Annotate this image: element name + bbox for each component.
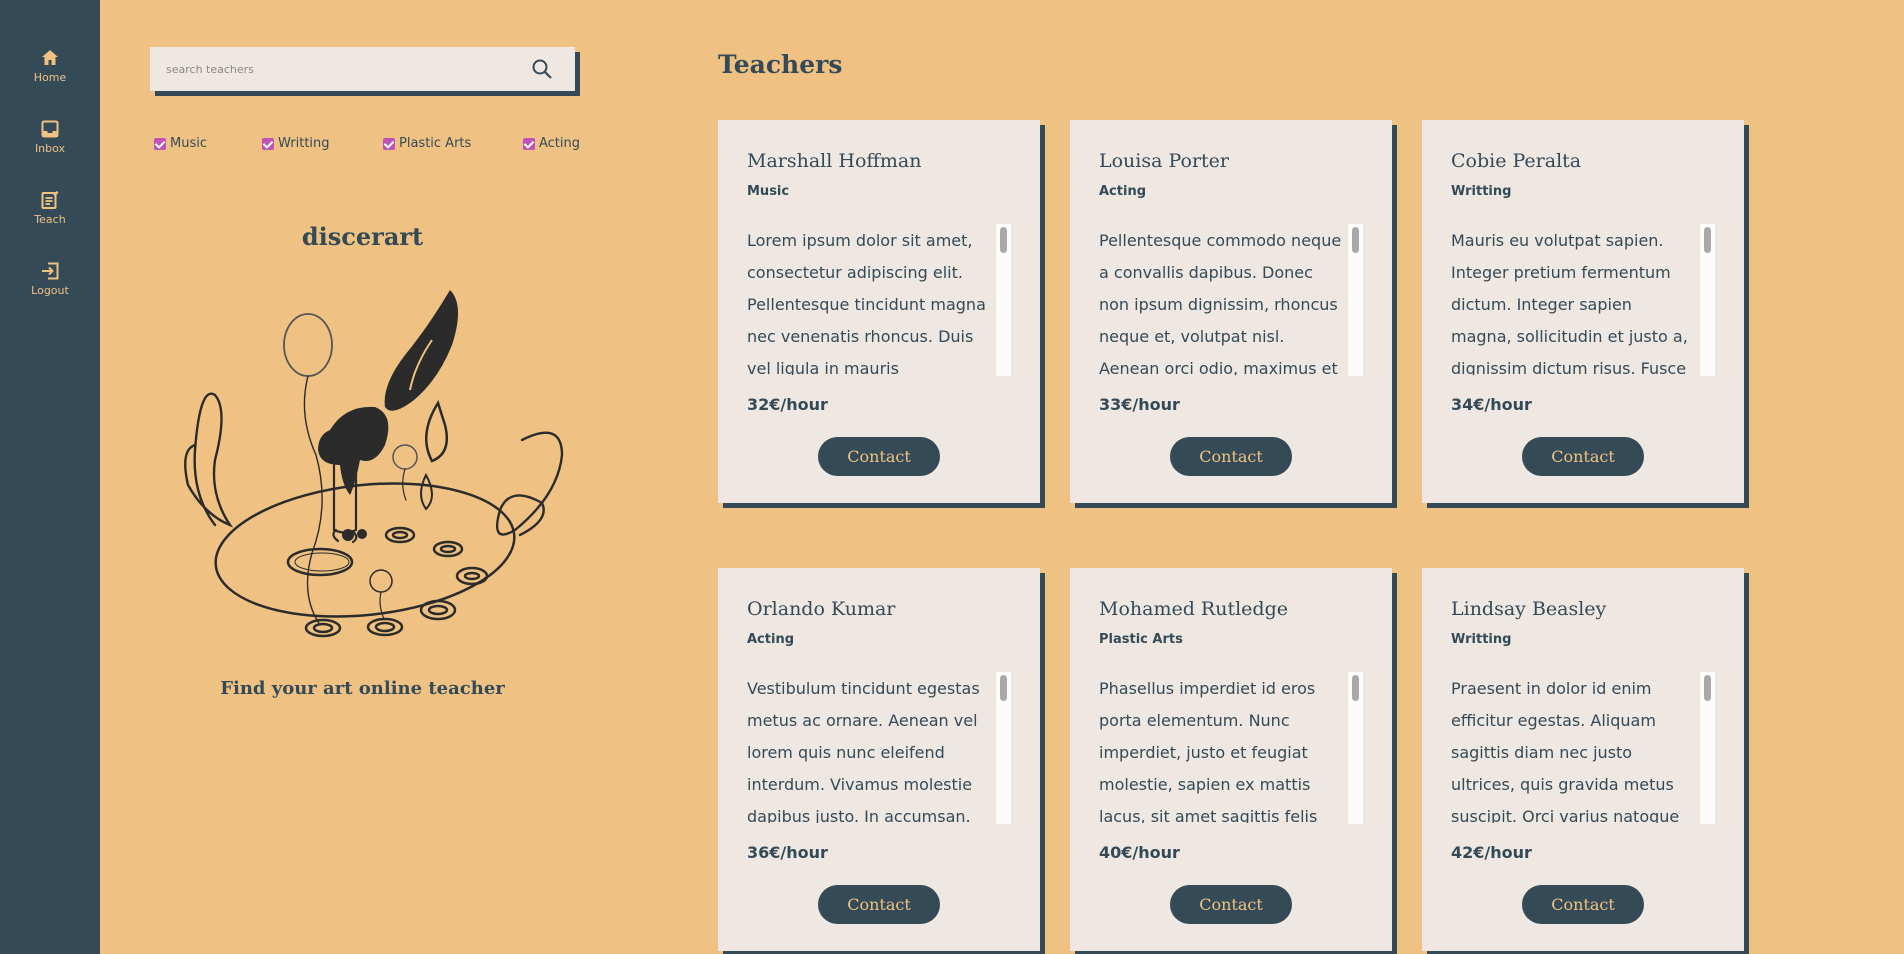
description-scrollbar[interactable] — [1700, 224, 1715, 376]
page-title: Teachers — [718, 50, 843, 79]
teacher-name: Lindsay Beasley — [1451, 598, 1607, 620]
search-box — [150, 47, 575, 91]
teacher-category: Plastic Arts — [1099, 632, 1183, 647]
filter-acting[interactable]: Acting — [523, 136, 580, 151]
scrollbar-thumb[interactable] — [1000, 675, 1007, 701]
nav-item-logout[interactable]: Logout — [0, 261, 100, 297]
teacher-card: Lindsay Beasley Writting Praesent in dol… — [1422, 568, 1744, 951]
scrollbar-thumb[interactable] — [1704, 227, 1711, 253]
nav-item-inbox[interactable]: Inbox — [0, 119, 100, 155]
teacher-category: Music — [747, 184, 790, 199]
logout-icon — [42, 262, 59, 280]
description-scrollbar[interactable] — [996, 224, 1011, 376]
inbox-icon — [41, 120, 59, 138]
filter-writting[interactable]: Writting — [262, 136, 330, 151]
description-scrollbar[interactable] — [1700, 672, 1715, 824]
contact-button[interactable]: Contact — [1522, 885, 1644, 924]
scrollbar-thumb[interactable] — [1704, 675, 1711, 701]
nav-label-logout: Logout — [31, 284, 69, 297]
description-scrollbar[interactable] — [1348, 224, 1363, 376]
nav-label-inbox: Inbox — [34, 142, 66, 155]
filter-music-label: Music — [170, 136, 207, 151]
teacher-card: Orlando Kumar Acting Vestibulum tincidun… — [718, 568, 1040, 951]
filter-plastic-arts-checkbox[interactable] — [383, 137, 395, 150]
teacher-price: 34€/hour — [1451, 395, 1532, 414]
teacher-name: Mohamed Rutledge — [1099, 598, 1288, 620]
filter-music[interactable]: Music — [154, 136, 207, 151]
teacher-price: 33€/hour — [1099, 395, 1180, 414]
teacher-category: Writting — [1451, 632, 1512, 647]
nav-label-teach: Teach — [34, 213, 66, 226]
teacher-card: Marshall Hoffman Music Lorem ipsum dolor… — [718, 120, 1040, 503]
teacher-name: Louisa Porter — [1099, 150, 1229, 172]
contact-button[interactable]: Contact — [818, 437, 940, 476]
description-scrollbar[interactable] — [996, 672, 1011, 824]
contact-button[interactable]: Contact — [818, 885, 940, 924]
teacher-category: Acting — [747, 632, 794, 647]
filter-plastic-arts-label: Plastic Arts — [399, 136, 472, 151]
filter-plastic-arts[interactable]: Plastic Arts — [383, 136, 471, 151]
contact-button[interactable]: Contact — [1170, 885, 1292, 924]
search-input[interactable] — [150, 47, 526, 91]
teacher-description: Pellentesque commodo neque a convallis d… — [1099, 231, 1342, 375]
teacher-price: 36€/hour — [747, 843, 828, 862]
teacher-card: Cobie Peralta Writting Mauris eu volutpa… — [1422, 120, 1744, 503]
filter-writting-checkbox[interactable] — [262, 137, 274, 150]
teacher-description: Praesent in dolor id enim efficitur eges… — [1451, 679, 1680, 823]
scrollbar-thumb[interactable] — [1352, 675, 1359, 701]
description-scrollbar[interactable] — [1348, 672, 1363, 824]
teacher-category: Writting — [1451, 184, 1512, 199]
teacher-category: Acting — [1099, 184, 1146, 199]
scrollbar-thumb[interactable] — [1000, 227, 1007, 253]
filter-acting-checkbox[interactable] — [523, 137, 535, 150]
filter-writting-label: Writting — [278, 136, 330, 151]
scrollbar-thumb[interactable] — [1352, 227, 1359, 253]
teacher-price: 32€/hour — [747, 395, 828, 414]
nav-item-home[interactable]: Home — [0, 48, 100, 84]
home-icon — [42, 50, 58, 65]
teacher-price: 40€/hour — [1099, 843, 1180, 862]
tagline: Find your art online teacher — [220, 678, 505, 699]
teacher-price: 42€/hour — [1451, 843, 1532, 862]
teacher-card: Mohamed Rutledge Plastic Arts Phasellus … — [1070, 568, 1392, 951]
filter-music-checkbox[interactable] — [154, 137, 166, 150]
teacher-name: Orlando Kumar — [747, 598, 896, 620]
search-icon[interactable] — [531, 58, 553, 80]
contact-button[interactable]: Contact — [1170, 437, 1292, 476]
teacher-card: Louisa Porter Acting Pellentesque commod… — [1070, 120, 1392, 503]
teacher-name: Cobie Peralta — [1451, 150, 1582, 172]
contact-button[interactable]: Contact — [1522, 437, 1644, 476]
nav-item-teach[interactable]: Teach — [0, 190, 100, 226]
teacher-description: Mauris eu volutpat sapien. Integer preti… — [1451, 231, 1688, 375]
art-palette-illustration — [184, 290, 564, 638]
teacher-description: Phasellus imperdiet id eros porta elemen… — [1099, 679, 1318, 823]
nav-label-home: Home — [33, 71, 67, 84]
brand-name: discerart — [301, 222, 424, 251]
teacher-description: Vestibulum tincidunt egestas metus ac or… — [747, 679, 980, 823]
sidebar: Home Inbox Teach Logout — [0, 0, 100, 954]
filter-acting-label: Acting — [539, 136, 581, 151]
teacher-description: Lorem ipsum dolor sit amet, consectetur … — [747, 231, 986, 375]
teacher-name: Marshall Hoffman — [747, 150, 922, 172]
teach-icon — [41, 191, 59, 209]
